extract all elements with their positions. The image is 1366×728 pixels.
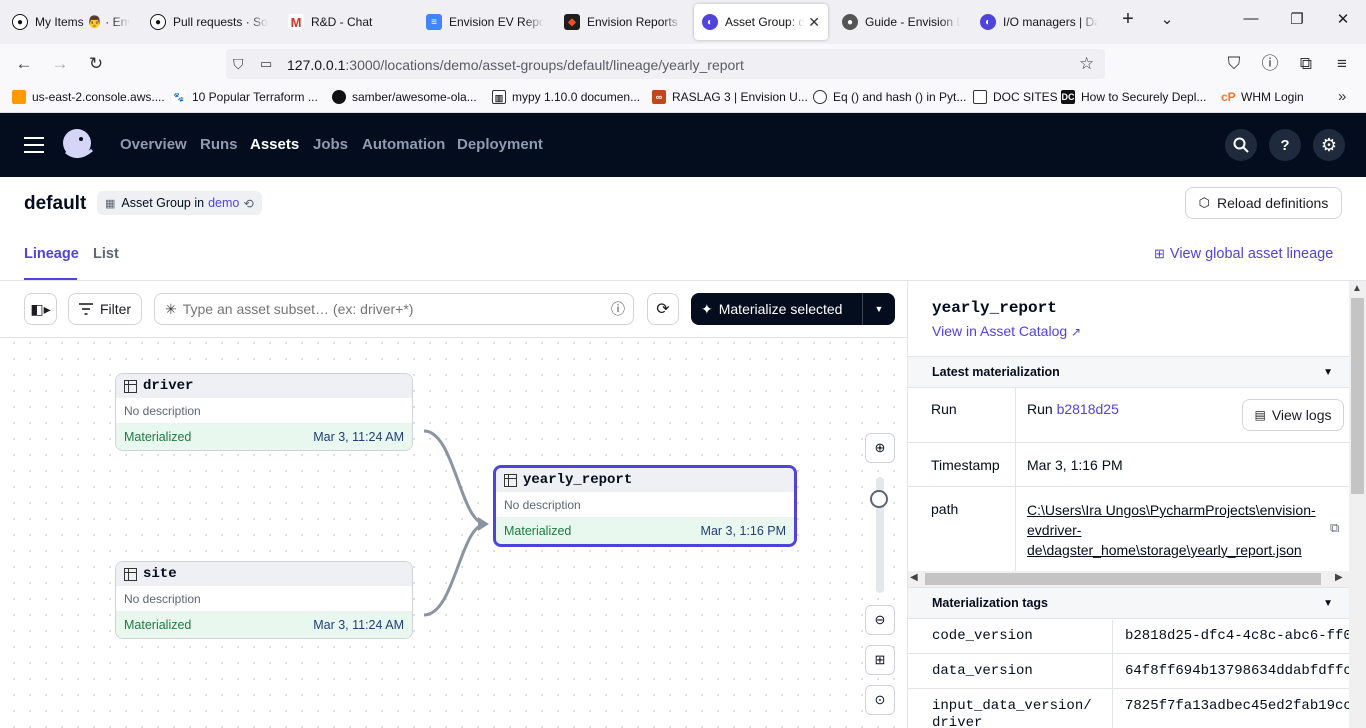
table-icon	[124, 567, 137, 581]
new-tab-icon[interactable]: +	[1118, 8, 1138, 31]
tag-column-divider	[1112, 620, 1113, 728]
panel-asset-name: yearly_report	[932, 299, 1057, 317]
bookmark-item[interactable]: DC How to Securely Depl...	[1061, 90, 1206, 104]
tag-row: code_version b2818d25-dfc4-4c8c-abc6-ff0…	[908, 619, 1366, 654]
download-graph-icon[interactable]: ⊙	[865, 685, 895, 715]
table-icon	[124, 379, 137, 393]
asset-node-site[interactable]: site No description Materialized Mar 3, 1…	[115, 561, 413, 639]
materialization-tags-header[interactable]: Materialization tags ▼	[908, 587, 1349, 619]
extensions-icon[interactable]: ⧉	[1296, 54, 1316, 74]
horizontal-scrollbar-thumb[interactable]	[925, 573, 1321, 585]
view-global-lineage-link[interactable]: ⊞ View global asset lineage	[1154, 246, 1333, 262]
latest-materialization-header[interactable]: Latest materialization ▼	[908, 356, 1349, 388]
bookmark-item[interactable]: cP WHM Login	[1221, 90, 1304, 104]
column-divider	[1015, 388, 1016, 571]
dc-icon: DC	[1061, 90, 1075, 104]
scroll-right-icon[interactable]: ▶	[1335, 572, 1343, 583]
browser-tab[interactable]: ◐ I/O managers | Da	[972, 4, 1106, 40]
menu-icon[interactable]: ≡	[1332, 54, 1352, 74]
zoom-slider-handle[interactable]	[870, 490, 888, 508]
timestamp-row: Timestamp Mar 3, 1:16 PM	[908, 443, 1349, 487]
tab-list-chevron-icon[interactable]: ⌄	[1157, 10, 1177, 28]
path-value-link[interactable]: C:\Users\Ira Ungos\PycharmProjects\envis…	[1027, 500, 1327, 560]
asset-node-driver[interactable]: driver No description Materialized Mar 3,…	[115, 373, 413, 451]
folder-icon	[973, 90, 987, 104]
logs-icon: ▤	[1254, 408, 1266, 422]
search-icon[interactable]	[1225, 129, 1257, 161]
lineage-icon: ⊞	[1154, 246, 1165, 261]
edge-arrowhead	[478, 517, 489, 531]
tag-row: input_data_version/ driver 7825f7fa13adb…	[932, 698, 1366, 728]
edge-driver-to-yearly-report	[423, 429, 487, 526]
reload-cube-icon: ⬡	[1198, 195, 1211, 210]
bookmark-star-icon[interactable]: ☆	[1079, 54, 1094, 74]
cpanel-icon: cP	[1221, 90, 1236, 104]
restore-icon[interactable]: ❐	[1287, 10, 1307, 28]
external-link-icon: ↗	[1071, 325, 1082, 339]
reload-definitions-button[interactable]: ⬡ Reload definitions	[1185, 187, 1342, 219]
help-icon[interactable]: ?	[1269, 129, 1301, 161]
pocket-icon[interactable]: ⛉	[1224, 54, 1244, 74]
info-icon[interactable]: ⓘ	[1260, 54, 1280, 74]
scroll-up-icon[interactable]: ▲	[1352, 283, 1362, 294]
run-id-link[interactable]: b2818d25	[1057, 401, 1119, 417]
more-bookmarks-icon[interactable]: »	[1338, 88, 1346, 105]
edge-site-to-yearly-report	[423, 522, 487, 617]
fit-graph-icon[interactable]: ⊞	[865, 645, 895, 675]
view-in-asset-catalog-link[interactable]: View in Asset Catalog ↗	[932, 323, 1081, 339]
dagster-icon: ◐	[980, 14, 996, 30]
minimize-icon[interactable]: —	[1241, 10, 1261, 27]
vertical-scrollbar-thumb[interactable]	[1351, 298, 1364, 494]
zoom-out-icon[interactable]: ⊖	[865, 605, 895, 635]
collapse-caret-icon: ▼	[1323, 597, 1333, 609]
table-icon	[504, 473, 517, 487]
copy-icon[interactable]: ⧉	[1330, 520, 1339, 536]
bookmark-folder[interactable]: DOC SITES	[973, 90, 1058, 104]
settings-gear-icon[interactable]: ⚙	[1313, 129, 1345, 161]
collapse-caret-icon: ▼	[1323, 366, 1333, 378]
zoom-in-icon[interactable]: ⊕	[865, 433, 895, 463]
tag-row: data_version 64f8ff694b13798634ddabfdffc…	[908, 654, 1366, 689]
scroll-left-icon[interactable]: ◀	[910, 572, 918, 583]
asset-node-yearly-report[interactable]: yearly_report No description Materialize…	[493, 465, 797, 547]
close-window-icon[interactable]: ✕	[1333, 10, 1353, 28]
view-logs-button[interactable]: ▤ View logs	[1242, 399, 1344, 431]
